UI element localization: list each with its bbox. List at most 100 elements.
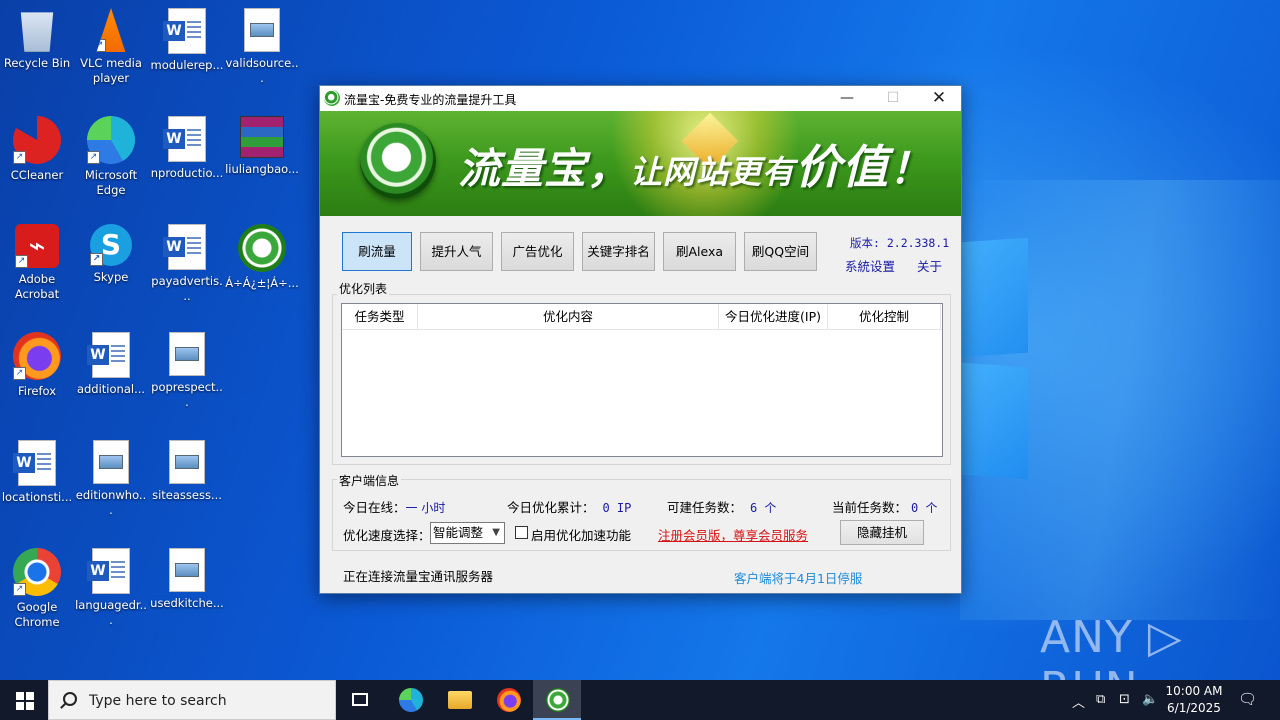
desktop-icon-editionwho[interactable]: editionwho... — [74, 434, 148, 518]
desktop-icon-languagedr[interactable]: W languagedr... — [74, 542, 148, 628]
slogan-part-middle: 让网站更有 — [630, 153, 796, 191]
desktop-icon-google-chrome[interactable]: ↗ Google Chrome — [0, 542, 74, 630]
slogan-part-brand: 流量宝， — [458, 144, 631, 193]
liuliangbao-window[interactable]: 流量宝-免费专业的流量提升工具 — ☐ ✕ 流量宝，让网站更有价值！ 刷流量 提… — [319, 85, 962, 594]
taskbar-liuliangbao[interactable] — [533, 680, 581, 720]
desktop-icon-edge[interactable]: ↗ Microsoft Edge — [74, 110, 148, 198]
word-document-icon: W — [163, 224, 206, 270]
online-label: 今日在线： — [343, 500, 406, 515]
connection-status: 正在连接流量宝通讯服务器 — [343, 569, 494, 584]
current-tasks: 当前任务数： 0 个 — [832, 497, 937, 516]
taskbar-edge[interactable] — [386, 680, 434, 720]
slogan-part-value: 价值 — [795, 140, 890, 194]
optimization-list[interactable]: 任务类型 优化内容 今日优化进度(IP) 优化控制 — [341, 303, 943, 457]
optimization-list-title: 优化列表 — [337, 280, 390, 297]
total-label: 今日优化累计： — [507, 500, 595, 515]
speed-select-value: 智能调整 — [433, 525, 484, 540]
tab-shua-liuliang[interactable]: 刷流量 — [342, 232, 412, 271]
desktop-icon-modulerep[interactable]: W modulerep... — [150, 2, 224, 73]
show-hidden-icons-chevron[interactable]: ︿ — [1072, 692, 1085, 711]
desktop-icon-adobe-acrobat[interactable]: ⌁ ↗ Adobe Acrobat — [0, 218, 74, 302]
desktop-icon-poprespect[interactable]: poprespect... — [150, 326, 224, 410]
total-value: 0 IP — [602, 501, 632, 515]
desktop-icon-siteassess[interactable]: siteassess... — [150, 434, 224, 503]
service-end-notice: 客户端将于4月1日停服 — [734, 571, 863, 586]
action-center-icon[interactable]: 🗨 — [1238, 690, 1257, 708]
ccleaner-icon: ↗ — [13, 116, 61, 164]
desktop-icon-ccleaner[interactable]: ↗ CCleaner — [0, 110, 74, 183]
desktop-icon-vlc[interactable]: ↗ VLC media player — [74, 2, 148, 86]
column-task-type[interactable]: 任务类型 — [342, 304, 418, 330]
accelerate-label: 启用优化加速功能 — [531, 528, 632, 543]
desktop-icon-nproductio[interactable]: W nproductio... — [150, 110, 224, 181]
online-today: 今日在线：一 小时 — [343, 497, 445, 516]
column-progress[interactable]: 今日优化进度(IP) — [719, 304, 828, 330]
clock[interactable]: 10:00 AM 6/1/2025 — [1160, 683, 1228, 717]
title-bar[interactable]: 流量宝-免费专业的流量提升工具 — ☐ ✕ — [320, 86, 961, 111]
vlc-cone-icon: ↗ — [96, 8, 126, 52]
taskbar: Type here to search ︿ ⧉ ⊡ 🔈 10:00 AM 6/1… — [0, 680, 1280, 720]
tab-guanggao-youhua[interactable]: 广告优化 — [501, 232, 574, 271]
winrar-archive-icon — [240, 116, 284, 158]
creatable-label: 可建任务数： — [667, 500, 743, 515]
desktop-icon-liuliangbao-app[interactable]: Á÷Á¿±¦Á÷... — [225, 218, 299, 291]
recycle-bin-icon — [20, 12, 54, 52]
liuliangbao-app-icon — [238, 224, 286, 272]
online-value: 一 小时 — [405, 501, 446, 515]
folder-icon — [448, 691, 472, 709]
word-document-icon: W — [13, 440, 56, 486]
meet-now-icon[interactable]: ⧉ — [1096, 692, 1105, 707]
hide-button[interactable]: 隐藏挂机 — [840, 520, 924, 545]
image-file-icon — [169, 548, 205, 592]
system-settings-link[interactable]: 系統设置 — [845, 256, 895, 275]
close-button[interactable]: ✕ — [916, 86, 962, 111]
total-today: 今日优化累计： 0 IP — [507, 497, 631, 516]
edge-icon: ↗ — [87, 116, 135, 164]
current-value: 0 个 — [911, 501, 938, 515]
taskbar-firefox[interactable] — [484, 680, 532, 720]
image-file-icon — [169, 440, 205, 484]
volume-icon[interactable]: 🔈 — [1142, 692, 1158, 707]
desktop-icon-locationsti[interactable]: W locationsti... — [0, 434, 74, 505]
search-placeholder: Type here to search — [89, 693, 227, 709]
desktop-icon-firefox[interactable]: ↗ Firefox — [0, 326, 74, 399]
edge-icon — [399, 688, 423, 712]
column-content[interactable]: 优化内容 — [418, 304, 719, 330]
taskbar-file-explorer[interactable] — [435, 680, 483, 720]
register-member-link[interactable]: 注册会员版，尊享会员服务 — [658, 525, 808, 544]
chrome-icon: ↗ — [13, 548, 61, 596]
column-control[interactable]: 优化控制 — [828, 304, 941, 330]
taskbar-search-box[interactable]: Type here to search — [48, 680, 336, 720]
tab-keyword-ranking[interactable]: 关键字排名 — [582, 232, 655, 271]
tab-tisheng-renqi[interactable]: 提升人气 — [420, 232, 493, 271]
desktop-icon-usedkitche[interactable]: usedkitche... — [150, 542, 224, 611]
firefox-icon — [497, 688, 521, 712]
desktop-icon-validsource[interactable]: validsource... — [225, 2, 299, 86]
network-icon[interactable]: ⊡ — [1119, 692, 1130, 707]
about-link[interactable]: 关于 — [917, 256, 942, 275]
word-document-icon: W — [87, 548, 130, 594]
tab-shua-qq-space[interactable]: 刷QQ空间 — [744, 232, 817, 271]
task-view-button[interactable] — [336, 680, 384, 720]
desktop-icon-skype[interactable]: S ↗ Skype — [74, 218, 148, 285]
desktop-icon-recycle-bin[interactable]: Recycle Bin — [0, 2, 74, 71]
minimize-button[interactable]: — — [824, 86, 870, 111]
banner-logo-icon — [360, 123, 436, 199]
word-document-icon: W — [87, 332, 130, 378]
app-logo-icon — [324, 90, 340, 106]
chevron-down-icon: ▼ — [492, 527, 500, 538]
version-label: 版本: 2.2.338.1 — [850, 236, 950, 250]
start-button[interactable] — [0, 680, 48, 720]
list-header: 任务类型 优化内容 今日优化进度(IP) 优化控制 — [342, 304, 942, 330]
task-view-icon — [352, 693, 368, 706]
desktop-icon-additional[interactable]: W additional... — [74, 326, 148, 397]
liuliangbao-app-icon — [546, 688, 570, 712]
word-document-icon: W — [163, 8, 206, 54]
desktop-icon-payadvertis[interactable]: W payadvertis... — [150, 218, 224, 304]
maximize-button[interactable]: ☐ — [870, 86, 916, 111]
desktop-icon-liuliangbao-archive[interactable]: liuliangbao... — [225, 110, 299, 177]
tab-shua-alexa[interactable]: 刷Alexa — [663, 232, 736, 271]
accelerate-checkbox[interactable] — [515, 526, 528, 539]
speed-select[interactable]: 智能调整 ▼ — [430, 522, 505, 544]
creatable-value: 6 个 — [749, 501, 777, 515]
